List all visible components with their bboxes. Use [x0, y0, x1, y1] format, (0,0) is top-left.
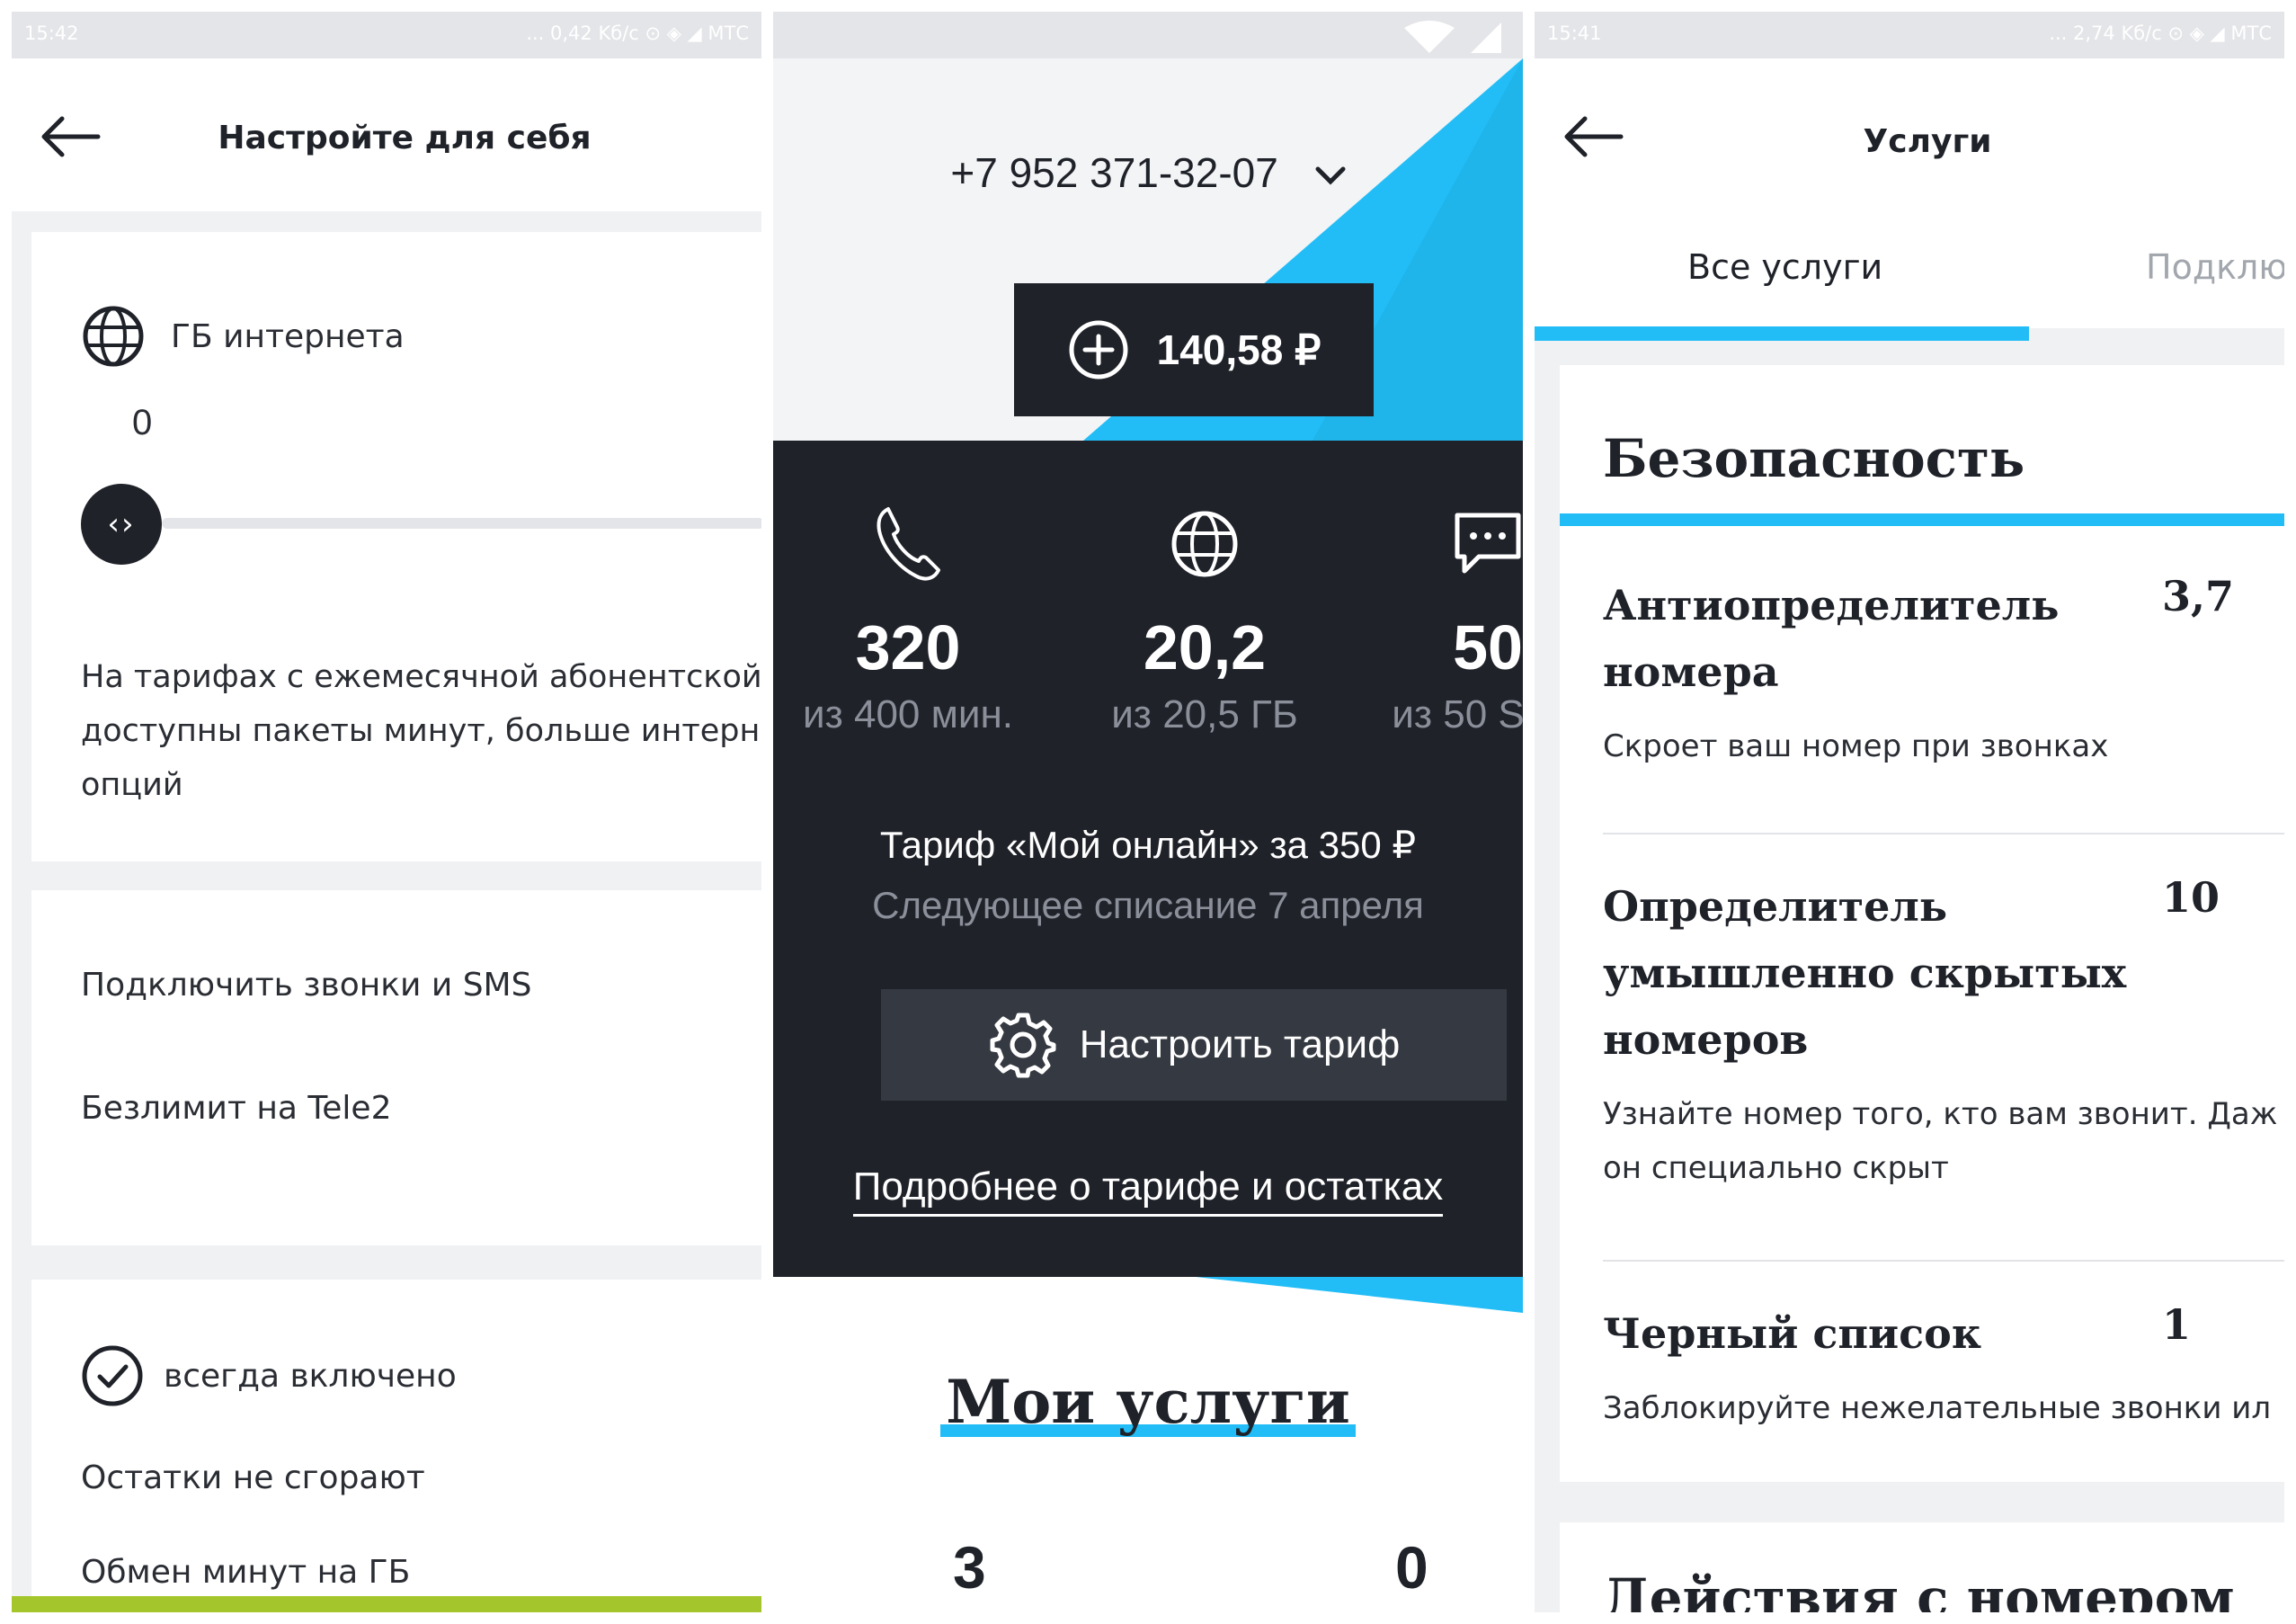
page-title: Услуги	[1863, 123, 1992, 160]
status-time: 15:42	[24, 22, 79, 44]
subscriptions-count[interactable]: 0	[1395, 1533, 1428, 1602]
service-name: Определитель умышленно скрытых номеров	[1603, 873, 2160, 1073]
status-indicators: ... 0,42 Kб/c ⊙ ◈ ◢ МТС	[526, 22, 749, 44]
setup-tariff-label: Настроить тариф	[1079, 1022, 1401, 1066]
section-decoration	[1196, 1277, 1523, 1313]
service-name: Черный список	[1603, 1300, 2160, 1367]
sms-total: из 50 SMS	[1392, 692, 1523, 736]
service-description-line: Узнайте номер того, кто вам звонит. Даж	[1603, 1096, 2278, 1132]
tariff-name: Тариф «Мой онлайн» за 350 ₽	[879, 824, 1417, 866]
service-description: Скроет ваш номер при звонках	[1603, 728, 2109, 764]
divider	[1603, 833, 2284, 834]
feature-exchange: Обмен минут на ГБ	[81, 1554, 411, 1591]
check-circle-icon	[82, 1345, 143, 1406]
note-line: опций	[81, 767, 183, 803]
service-name-line: номеров	[1603, 1015, 1809, 1064]
my-services-title: Мои услуги	[940, 1367, 1356, 1437]
dashboard-screen: +7 952 371-32-07 140,58 ₽ 320 из 400 мин…	[773, 12, 1523, 1612]
active-tab-indicator	[1535, 326, 2029, 341]
minutes-left: 320	[855, 612, 961, 683]
section-title: Безопасность	[1603, 428, 2025, 489]
always-on-label: всегда включено	[164, 1357, 457, 1395]
tariff-details-link[interactable]: Подробнее о тарифе и остатках	[852, 1164, 1444, 1217]
internet-label: ГБ интернета	[171, 317, 405, 355]
note-line: доступны пакеты минут, больше интерне	[81, 713, 761, 749]
service-name-line: номера	[1603, 647, 1779, 696]
globe-icon	[1171, 511, 1238, 577]
page-title: Настройте для себя	[218, 120, 592, 156]
service-name-line: умышленно скрытых	[1603, 949, 2127, 997]
balance-topup-button[interactable]: 140,58 ₽	[1014, 283, 1374, 416]
feature-rollover: Остатки не сгорают	[81, 1459, 425, 1496]
always-on-card: всегда включено Остатки не сгорают Обмен…	[31, 1280, 761, 1612]
account-hero: +7 952 371-32-07 140,58 ₽	[773, 58, 1523, 441]
tab-connected[interactable]: Подключенные	[2146, 247, 2284, 287]
services-screen: 15:41 ... 2,74 Kб/c ⊙ ◈ ◢ МТС Услуги Все…	[1535, 12, 2284, 1612]
globe-icon	[83, 306, 144, 367]
number-actions-card: Действия с номером	[1560, 1522, 2284, 1612]
sms-left: 50	[1453, 612, 1523, 683]
minutes-total: из 400 мин.	[803, 692, 1013, 736]
tariff-note: На тарифах с ежемесячной абонентской дос…	[81, 650, 761, 812]
option-unlimited-tele2[interactable]: Безлимит на Tele2	[81, 1090, 391, 1127]
gb-left: 20,2	[1143, 612, 1267, 683]
service-item[interactable]: Определитель умышленно скрытых номеров 1…	[1603, 873, 2284, 1195]
setup-tariff-button[interactable]: Настроить тариф	[881, 989, 1507, 1101]
divider	[1603, 1260, 2284, 1262]
details-link-row: Подробнее о тарифе и остатках	[773, 1164, 1523, 1217]
next-charge: Следующее списание 7 апреля	[872, 884, 1424, 926]
section-underline	[1560, 513, 2284, 526]
phone-selector[interactable]: +7 952 371-32-07	[773, 148, 1523, 197]
bottom-accent-bar	[12, 1596, 761, 1612]
customize-screen: 15:42 ... 0,42 Kб/c ⊙ ◈ ◢ МТС Настройте …	[12, 12, 761, 1612]
service-description: Заблокируйте нежелательные звонки ил	[1603, 1390, 2272, 1426]
sms-icon	[1455, 513, 1521, 574]
security-card: Безопасность Антиопределитель номера 3,7…	[1560, 365, 2284, 1482]
gb-slider-track[interactable]	[162, 518, 761, 529]
option-calls-sms[interactable]: Подключить звонки и SMS	[81, 967, 531, 1004]
status-bar: 15:42 ... 0,42 Kб/c ⊙ ◈ ◢ МТС	[12, 12, 761, 58]
sms-stat[interactable]: 50 из 50 SMS	[1353, 504, 1523, 737]
status-bar: 15:41 ... 2,74 Kб/c ⊙ ◈ ◢ МТС	[1535, 12, 2284, 58]
status-indicators: ... 2,74 Kб/c ⊙ ◈ ◢ МТС	[2049, 22, 2272, 44]
service-item[interactable]: Антиопределитель номера 3,7 Скроет ваш н…	[1603, 572, 2284, 773]
service-name-line: Черный список	[1603, 1309, 1982, 1358]
service-description-line: он специально скрыт	[1603, 1150, 1949, 1186]
signal-icon	[1404, 21, 1501, 53]
service-name: Антиопределитель номера	[1603, 572, 2160, 705]
service-price: 1	[2162, 1300, 2192, 1349]
minutes-stat[interactable]: 320 из 400 мин.	[773, 504, 1043, 737]
service-name-line: Антиопределитель	[1603, 581, 2060, 629]
note-line: На тарифах с ежемесячной абонентской	[81, 659, 761, 695]
section-title: Действия с номером	[1603, 1567, 2235, 1612]
phone-number: +7 952 371-32-07	[950, 149, 1278, 196]
phone-icon	[877, 507, 940, 581]
service-name-line: Определитель	[1603, 882, 1948, 931]
tab-all-services[interactable]: Все услуги	[1687, 247, 1882, 287]
always-on-row: всегда включено	[81, 1344, 457, 1407]
service-item[interactable]: Черный список 1 Заблокируйте нежелательн…	[1603, 1300, 2284, 1435]
internet-row: ГБ интернета	[81, 304, 405, 369]
gb-slider-knob[interactable]: ‹›	[81, 484, 162, 565]
balance-amount: 140,58 ₽	[1156, 326, 1322, 373]
status-time: 15:41	[1547, 22, 1602, 44]
plus-circle-icon	[1069, 320, 1128, 379]
internet-stat[interactable]: 20,2 из 20,5 ГБ	[1070, 504, 1339, 737]
gb-total: из 20,5 ГБ	[1111, 692, 1298, 736]
header: Услуги Все услуги Подключенные	[1535, 58, 2284, 341]
my-services-section: Мои услуги 3 0	[773, 1277, 1523, 1612]
internet-card: ГБ интернета 0 ‹› На тарифах с ежемесячн…	[31, 232, 761, 861]
services-count[interactable]: 3	[953, 1533, 986, 1602]
service-price: 10	[2162, 873, 2220, 922]
my-services-title-row: Мои услуги	[773, 1367, 1523, 1437]
options-card: Подключить звонки и SMS Безлимит на Tele…	[31, 890, 761, 1245]
service-price: 3,7	[2162, 572, 2235, 620]
slider-value: 0	[132, 403, 153, 442]
chevron-down-icon	[1315, 166, 1346, 185]
tariff-panel: 320 из 400 мин. 20,2 из 20,5 ГБ 50 из 50…	[773, 441, 1523, 1277]
service-description: Узнайте номер того, кто вам звонит. Даж …	[1603, 1087, 2284, 1195]
gear-icon	[990, 1013, 1056, 1078]
header: Настройте для себя	[12, 58, 761, 211]
status-bar	[773, 12, 1523, 58]
